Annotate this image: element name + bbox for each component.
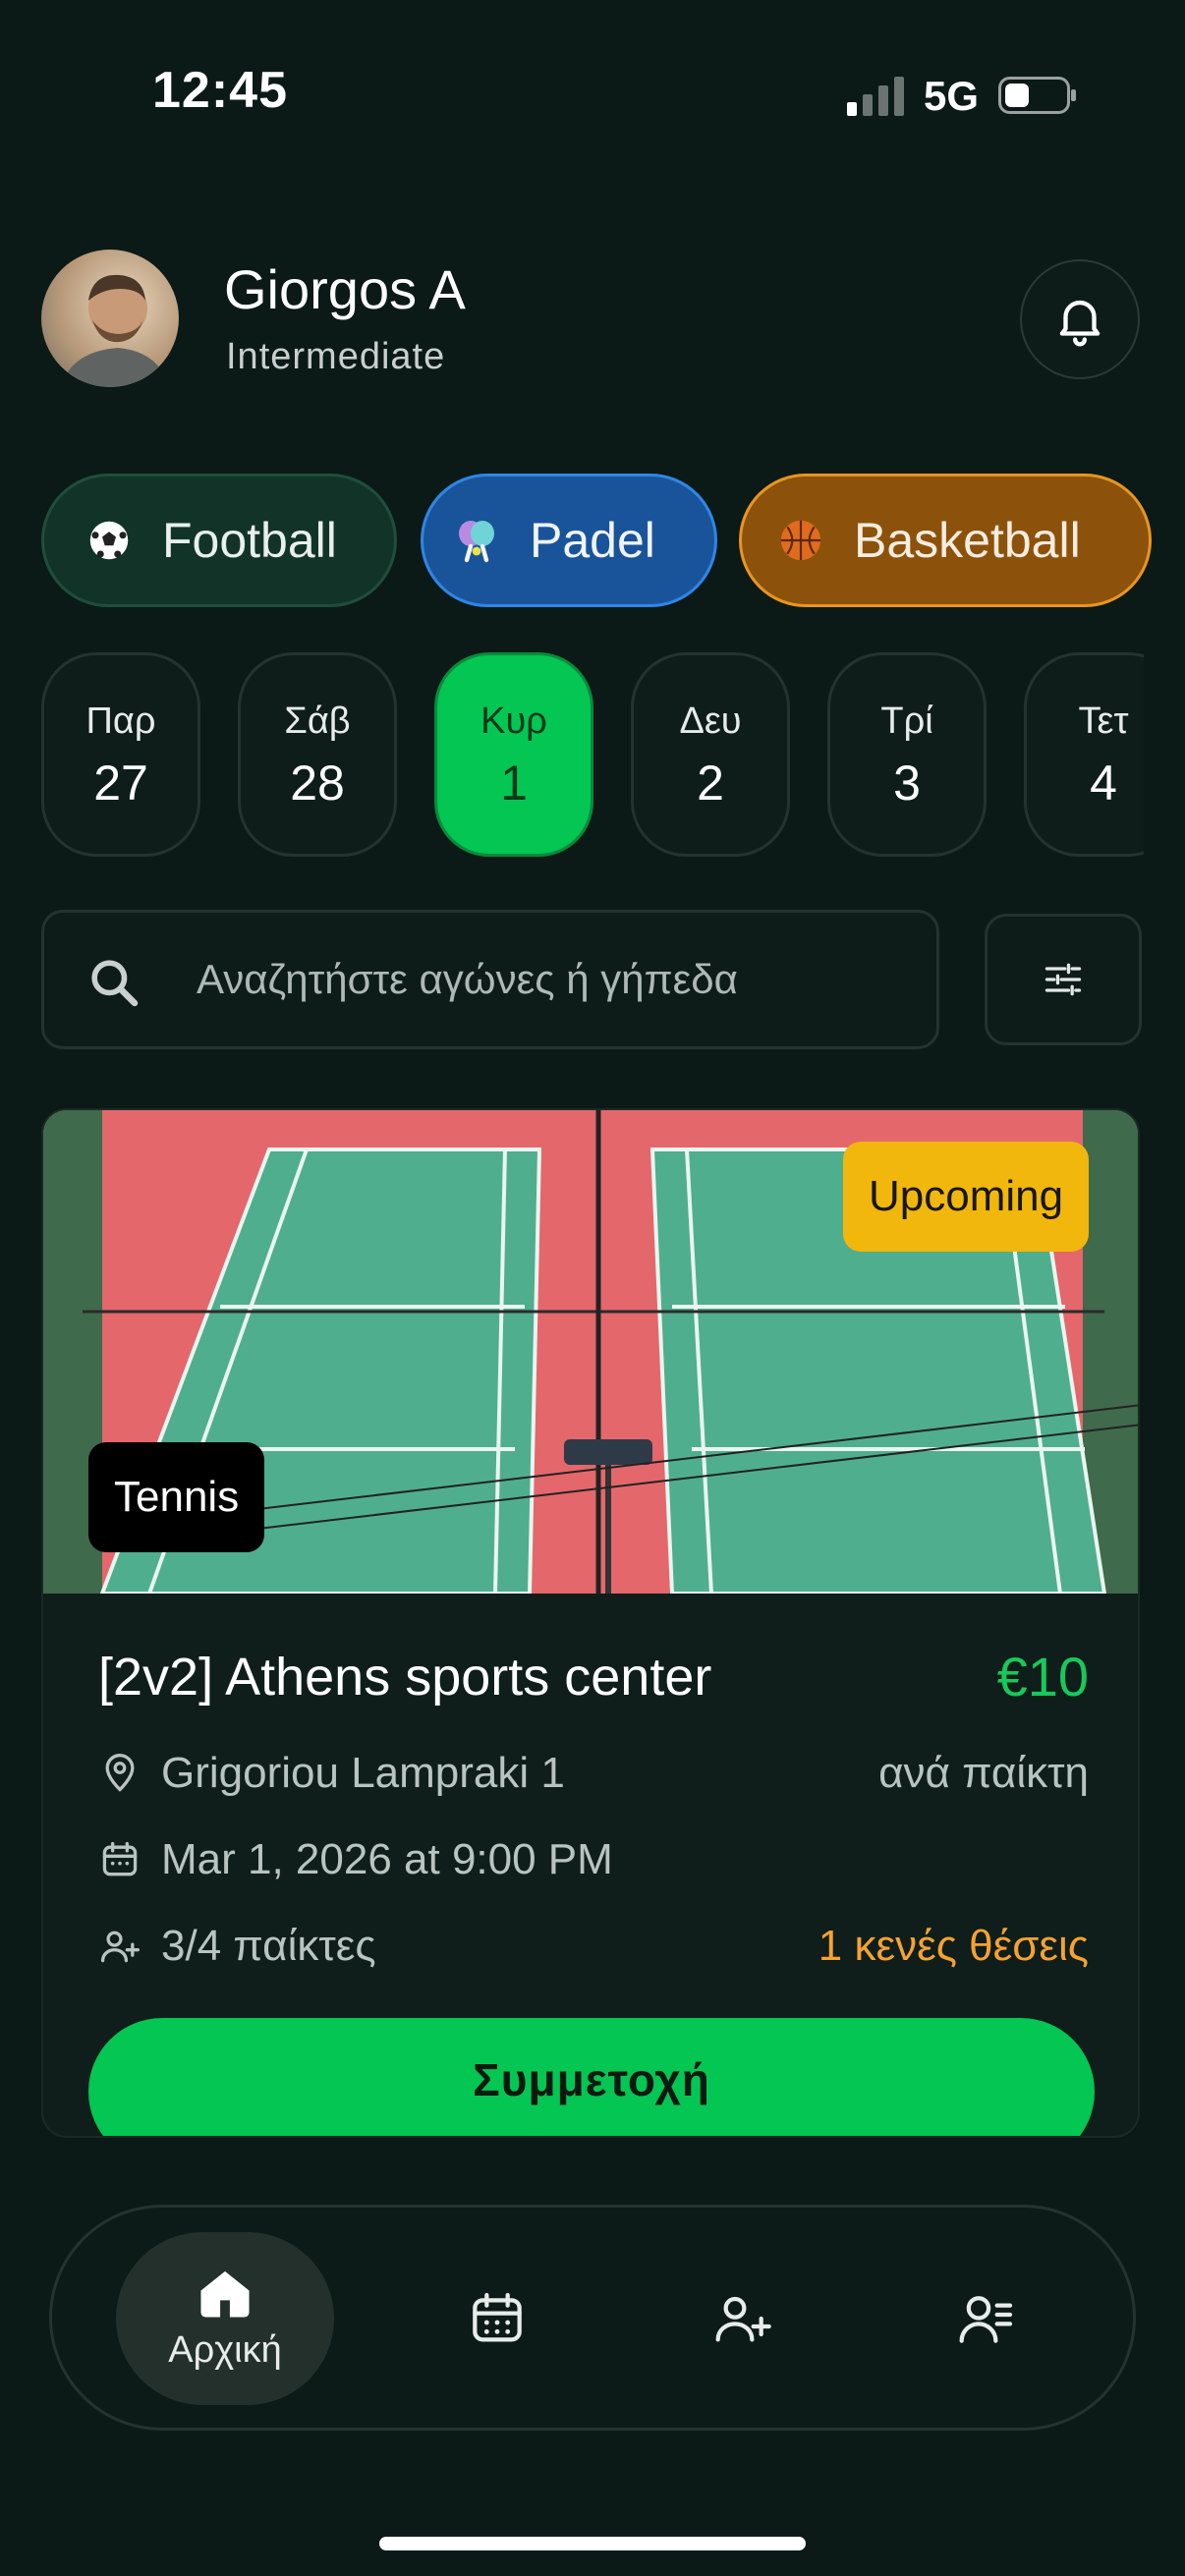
nav-home-label: Αρχική	[168, 2328, 282, 2371]
players-row: 3/4 παίκτες	[98, 1922, 376, 1971]
date-pill[interactable]: Σάβ 28	[238, 652, 397, 857]
status-time: 12:45	[152, 62, 288, 119]
price-unit: ανά παίκτη	[878, 1749, 1089, 1797]
sport-badge: Tennis	[88, 1442, 265, 1552]
search-placeholder: Αναζητήστε αγώνες ή γήπεδα	[197, 956, 738, 1002]
status-badge: Upcoming	[843, 1142, 1090, 1252]
date-number: 4	[1090, 756, 1117, 811]
network-label: 5G	[924, 73, 980, 119]
filter-button[interactable]	[985, 914, 1142, 1045]
home-indicator	[379, 2537, 806, 2550]
open-spots: 1 κενές θέσεις	[818, 1922, 1089, 1970]
calendar-icon	[102, 1841, 138, 1876]
soccer-ball-icon	[85, 517, 133, 564]
bell-icon	[1059, 300, 1100, 347]
user-name: Giorgos A	[224, 258, 466, 320]
date-number: 28	[290, 756, 345, 811]
date-pill[interactable]: Τρί 3	[827, 652, 987, 857]
date-day: Σάβ	[284, 700, 351, 742]
date-day: Δευ	[679, 700, 742, 742]
nav-calendar-icon[interactable]	[466, 2287, 529, 2350]
avatar[interactable]	[41, 250, 179, 387]
padel-racket-icon	[453, 517, 500, 564]
user-level: Intermediate	[226, 336, 446, 377]
battery-icon	[998, 77, 1076, 114]
datetime-row: Mar 1, 2026 at 9:00 PM	[98, 1835, 613, 1884]
location-pin-icon	[105, 1754, 135, 1792]
nav-profile-list-icon[interactable]	[955, 2287, 1018, 2350]
date-pill[interactable]: Δευ 2	[631, 652, 790, 857]
nav-home[interactable]: Αρχική	[116, 2232, 334, 2405]
match-title: [2v2] Athens sports center	[98, 1648, 712, 1707]
sport-chip-label: Padel	[530, 513, 655, 568]
sport-chip-football[interactable]: Football	[41, 474, 397, 607]
avatar-photo	[61, 274, 169, 387]
signal-icon	[847, 77, 904, 116]
nav-add-players-icon[interactable]	[711, 2287, 774, 2350]
match-price: €10	[996, 1646, 1089, 1708]
players-text: 3/4 παίκτες	[161, 1922, 376, 1970]
date-number: 27	[93, 756, 148, 811]
search-icon	[91, 960, 139, 1007]
sport-chip-label: Basketball	[854, 513, 1081, 568]
date-day: Κυρ	[480, 700, 547, 742]
match-card[interactable]: Upcoming Tennis [2v2] Athens sports cent…	[41, 1108, 1140, 2138]
date-pill[interactable]: Παρ 27	[41, 652, 200, 857]
location-row: Grigoriou Lampraki 1	[98, 1749, 565, 1798]
players-add-icon	[100, 1931, 140, 1963]
date-pill-clip: Τετ 4	[1024, 652, 1144, 857]
date-day: Παρ	[85, 700, 156, 742]
date-number: 2	[697, 756, 724, 811]
home-icon	[200, 2270, 250, 2318]
location-text: Grigoriou Lampraki 1	[161, 1749, 565, 1797]
date-pill-selected[interactable]: Κυρ 1	[434, 652, 593, 857]
basketball-icon	[777, 517, 824, 564]
date-number: 1	[500, 756, 528, 811]
filter-sliders-icon	[1044, 963, 1082, 996]
notifications-button[interactable]	[1020, 259, 1140, 379]
sport-chip-basketball[interactable]: Basketball	[739, 474, 1152, 607]
sport-chip-padel[interactable]: Padel	[421, 474, 717, 607]
datetime-text: Mar 1, 2026 at 9:00 PM	[161, 1835, 613, 1883]
date-number: 3	[893, 756, 921, 811]
date-day: Τετ	[1078, 700, 1129, 742]
date-day: Τρί	[880, 700, 933, 742]
sport-chip-label: Football	[162, 513, 337, 568]
join-button[interactable]: Συμμετοχή	[88, 2018, 1095, 2136]
date-pill[interactable]: Τετ 4	[1024, 652, 1144, 857]
